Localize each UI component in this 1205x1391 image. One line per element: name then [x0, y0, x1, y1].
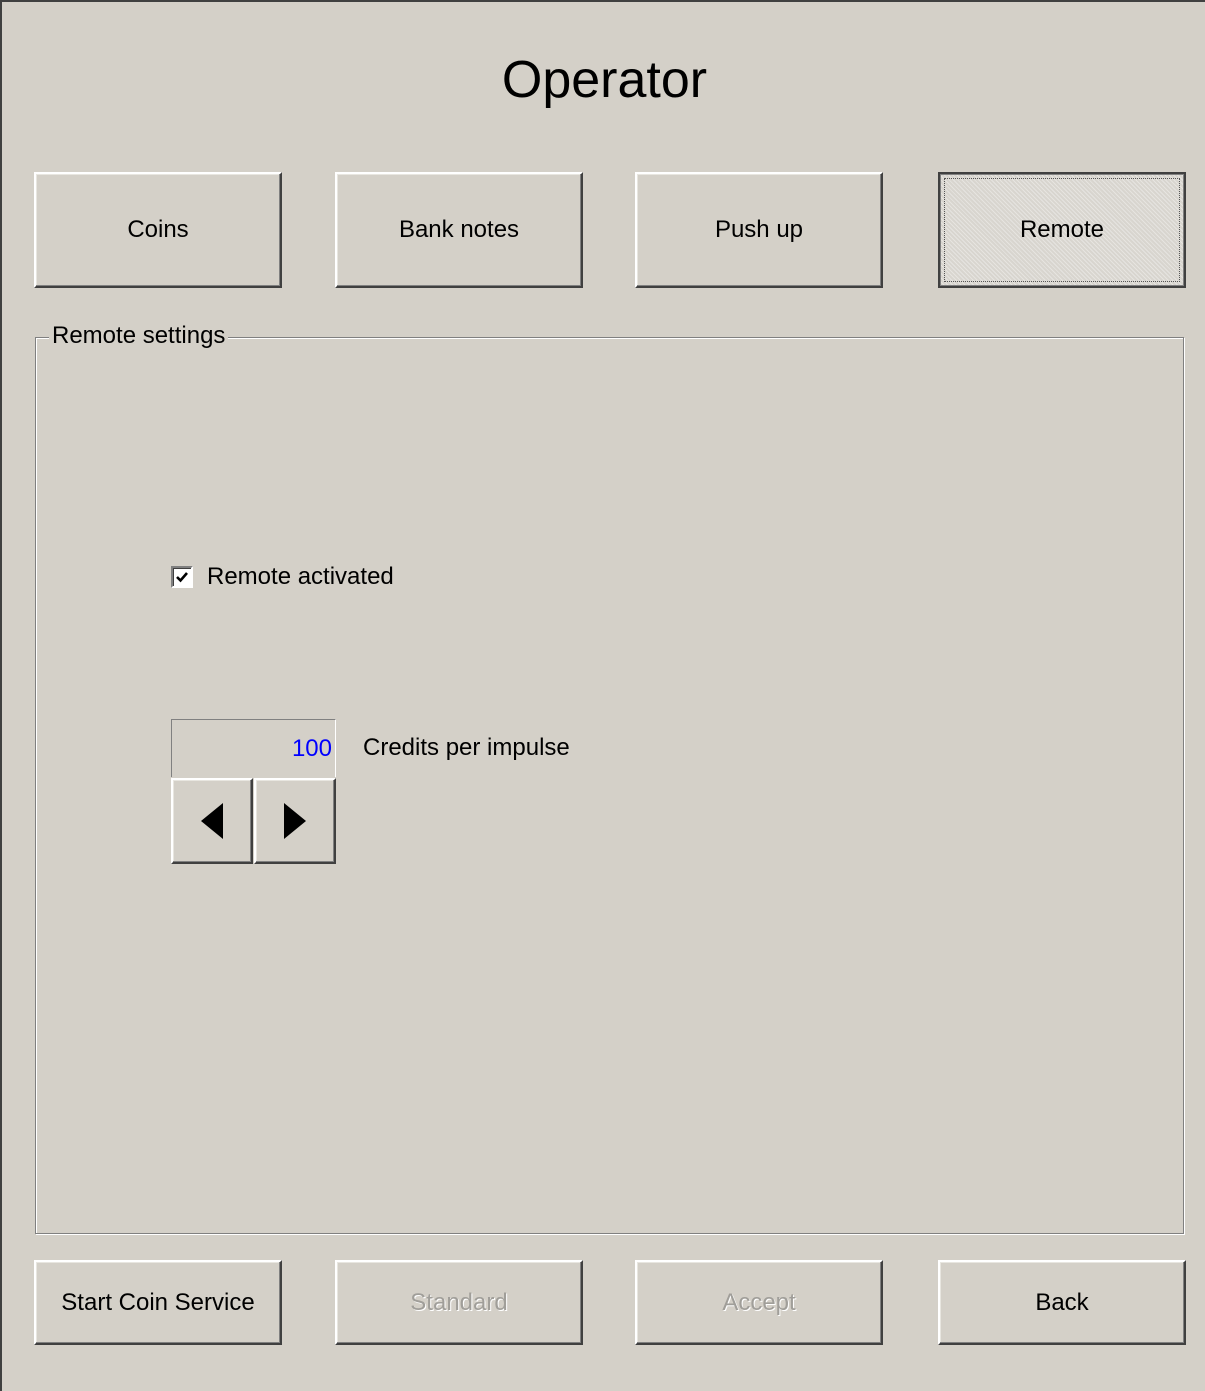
- credits-per-impulse-value: 100: [171, 719, 336, 777]
- remote-activated-label: Remote activated: [207, 563, 394, 590]
- increase-credits-button[interactable]: [254, 778, 336, 864]
- tab-coins[interactable]: Coins: [34, 172, 282, 288]
- remote-activated-checkbox[interactable]: [171, 566, 193, 588]
- start-coin-service-button[interactable]: Start Coin Service: [34, 1260, 282, 1345]
- standard-button[interactable]: Standard: [335, 1260, 583, 1345]
- remote-activated-checkbox-row[interactable]: Remote activated: [171, 563, 394, 591]
- focus-rectangle: [944, 178, 1180, 282]
- tab-remote[interactable]: Remote: [938, 172, 1186, 288]
- window-title: Operator: [501, 51, 708, 109]
- triangle-left-icon: [201, 803, 223, 839]
- tab-bank-notes[interactable]: Bank notes: [335, 172, 583, 288]
- remote-settings-legend: Remote settings: [49, 322, 229, 350]
- checkmark-icon: [176, 572, 188, 583]
- accept-button[interactable]: Accept: [635, 1260, 883, 1345]
- operator-window: Operator Coins Bank notes Push up Remote…: [0, 0, 1205, 1391]
- credits-per-impulse-label: Credits per impulse: [363, 734, 570, 761]
- back-button[interactable]: Back: [938, 1260, 1186, 1345]
- decrease-credits-button[interactable]: [171, 778, 253, 864]
- tab-push-up[interactable]: Push up: [635, 172, 883, 288]
- triangle-right-icon: [284, 803, 306, 839]
